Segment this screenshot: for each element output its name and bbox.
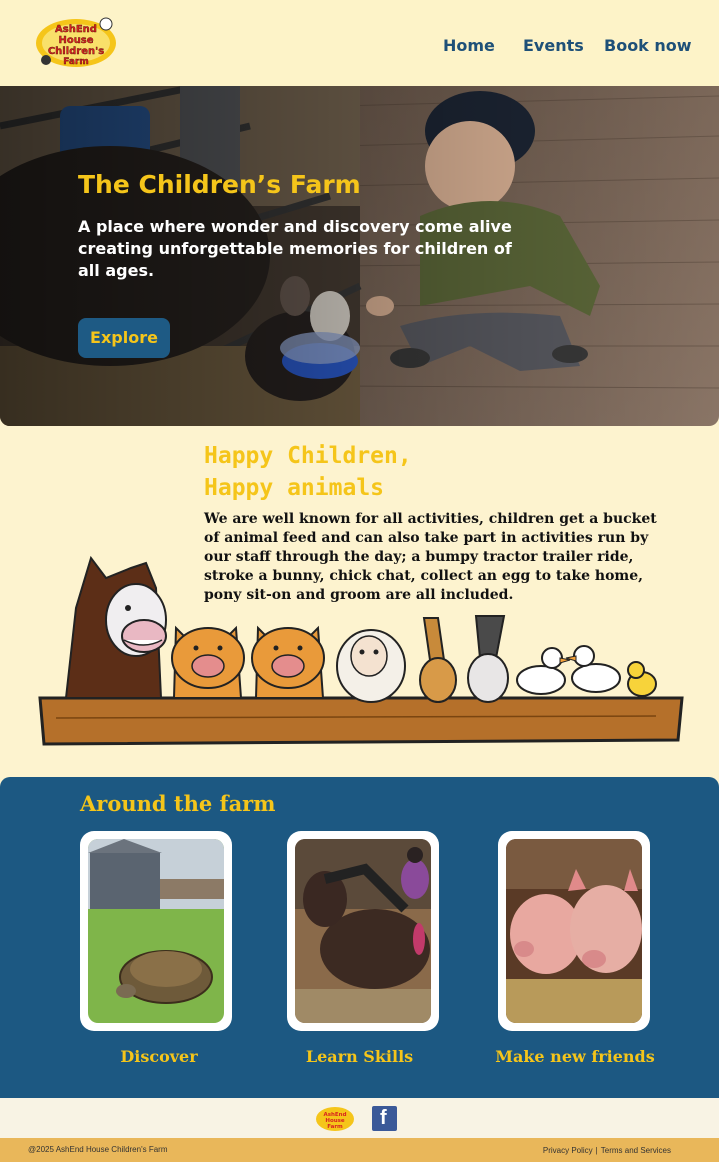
tortoise-photo: [88, 839, 224, 1023]
piglets-photo: [506, 839, 642, 1023]
discover-card[interactable]: [80, 831, 232, 1031]
make-new-friends-label[interactable]: Make new friends: [484, 1047, 666, 1066]
rabbit-illustration-1: [419, 617, 457, 703]
footer-bar: @2025 AshEnd House Children's Farm Priva…: [0, 1138, 719, 1162]
hero-subtitle: A place where wonder and discovery come …: [78, 217, 512, 280]
pig-illustration-1: [171, 625, 245, 699]
sheep-illustration: [336, 629, 406, 703]
terms-link[interactable]: Terms and Services: [601, 1146, 671, 1155]
svg-text:AshEnd: AshEnd: [55, 24, 97, 35]
footer-logos: AshEnd House Farm f: [0, 1098, 719, 1138]
hero-section: The Children’s Farm A place where wonder…: [0, 86, 719, 426]
facebook-icon[interactable]: f: [372, 1106, 397, 1131]
hero-title: The Children’s Farm: [78, 170, 361, 199]
footer-link-separator: |: [595, 1146, 598, 1155]
pony-photo: [295, 839, 431, 1023]
nav-book-now-link[interactable]: Book now: [604, 36, 692, 55]
discover-label[interactable]: Discover: [80, 1047, 238, 1066]
pig-illustration-2: [251, 625, 325, 699]
nav-home-link[interactable]: Home: [443, 36, 495, 55]
site-header: AshEnd House Children's Farm Home Events…: [0, 0, 719, 86]
duck-illustration-1: [516, 647, 571, 695]
main-nav: Home Events Book now: [0, 36, 719, 60]
learn-skills-card[interactable]: [287, 831, 439, 1031]
svg-text:Farm: Farm: [327, 1124, 343, 1130]
duck-illustration-2: [565, 645, 621, 693]
nav-events-link[interactable]: Events: [523, 36, 584, 55]
intro-title-line2: Happy animals: [204, 475, 385, 501]
make-new-friends-card[interactable]: [498, 831, 650, 1031]
horse-illustration: [64, 555, 167, 699]
privacy-policy-link[interactable]: Privacy Policy: [543, 1146, 593, 1155]
facebook-icon-glyph: f: [380, 1107, 387, 1129]
footer-logo[interactable]: AshEnd House Farm: [315, 1103, 355, 1133]
intro-title: Happy Children, Happy animals: [204, 440, 504, 504]
intro-title-line1: Happy Children,: [204, 443, 412, 469]
footer-links: Privacy Policy | Terms and Services: [543, 1146, 671, 1155]
copyright-text: @2025 AshEnd House Children's Farm: [28, 1145, 168, 1154]
explore-button[interactable]: Explore: [78, 318, 170, 358]
learn-skills-label[interactable]: Learn Skills: [287, 1047, 432, 1066]
chick-illustration: [627, 661, 657, 697]
farm-animals-illustration: [38, 555, 684, 746]
rabbit-illustration-2: [467, 615, 509, 703]
around-the-farm-section: Around the farm Discover Learn Skills Ma…: [0, 777, 719, 1098]
around-title: Around the farm: [80, 791, 276, 816]
